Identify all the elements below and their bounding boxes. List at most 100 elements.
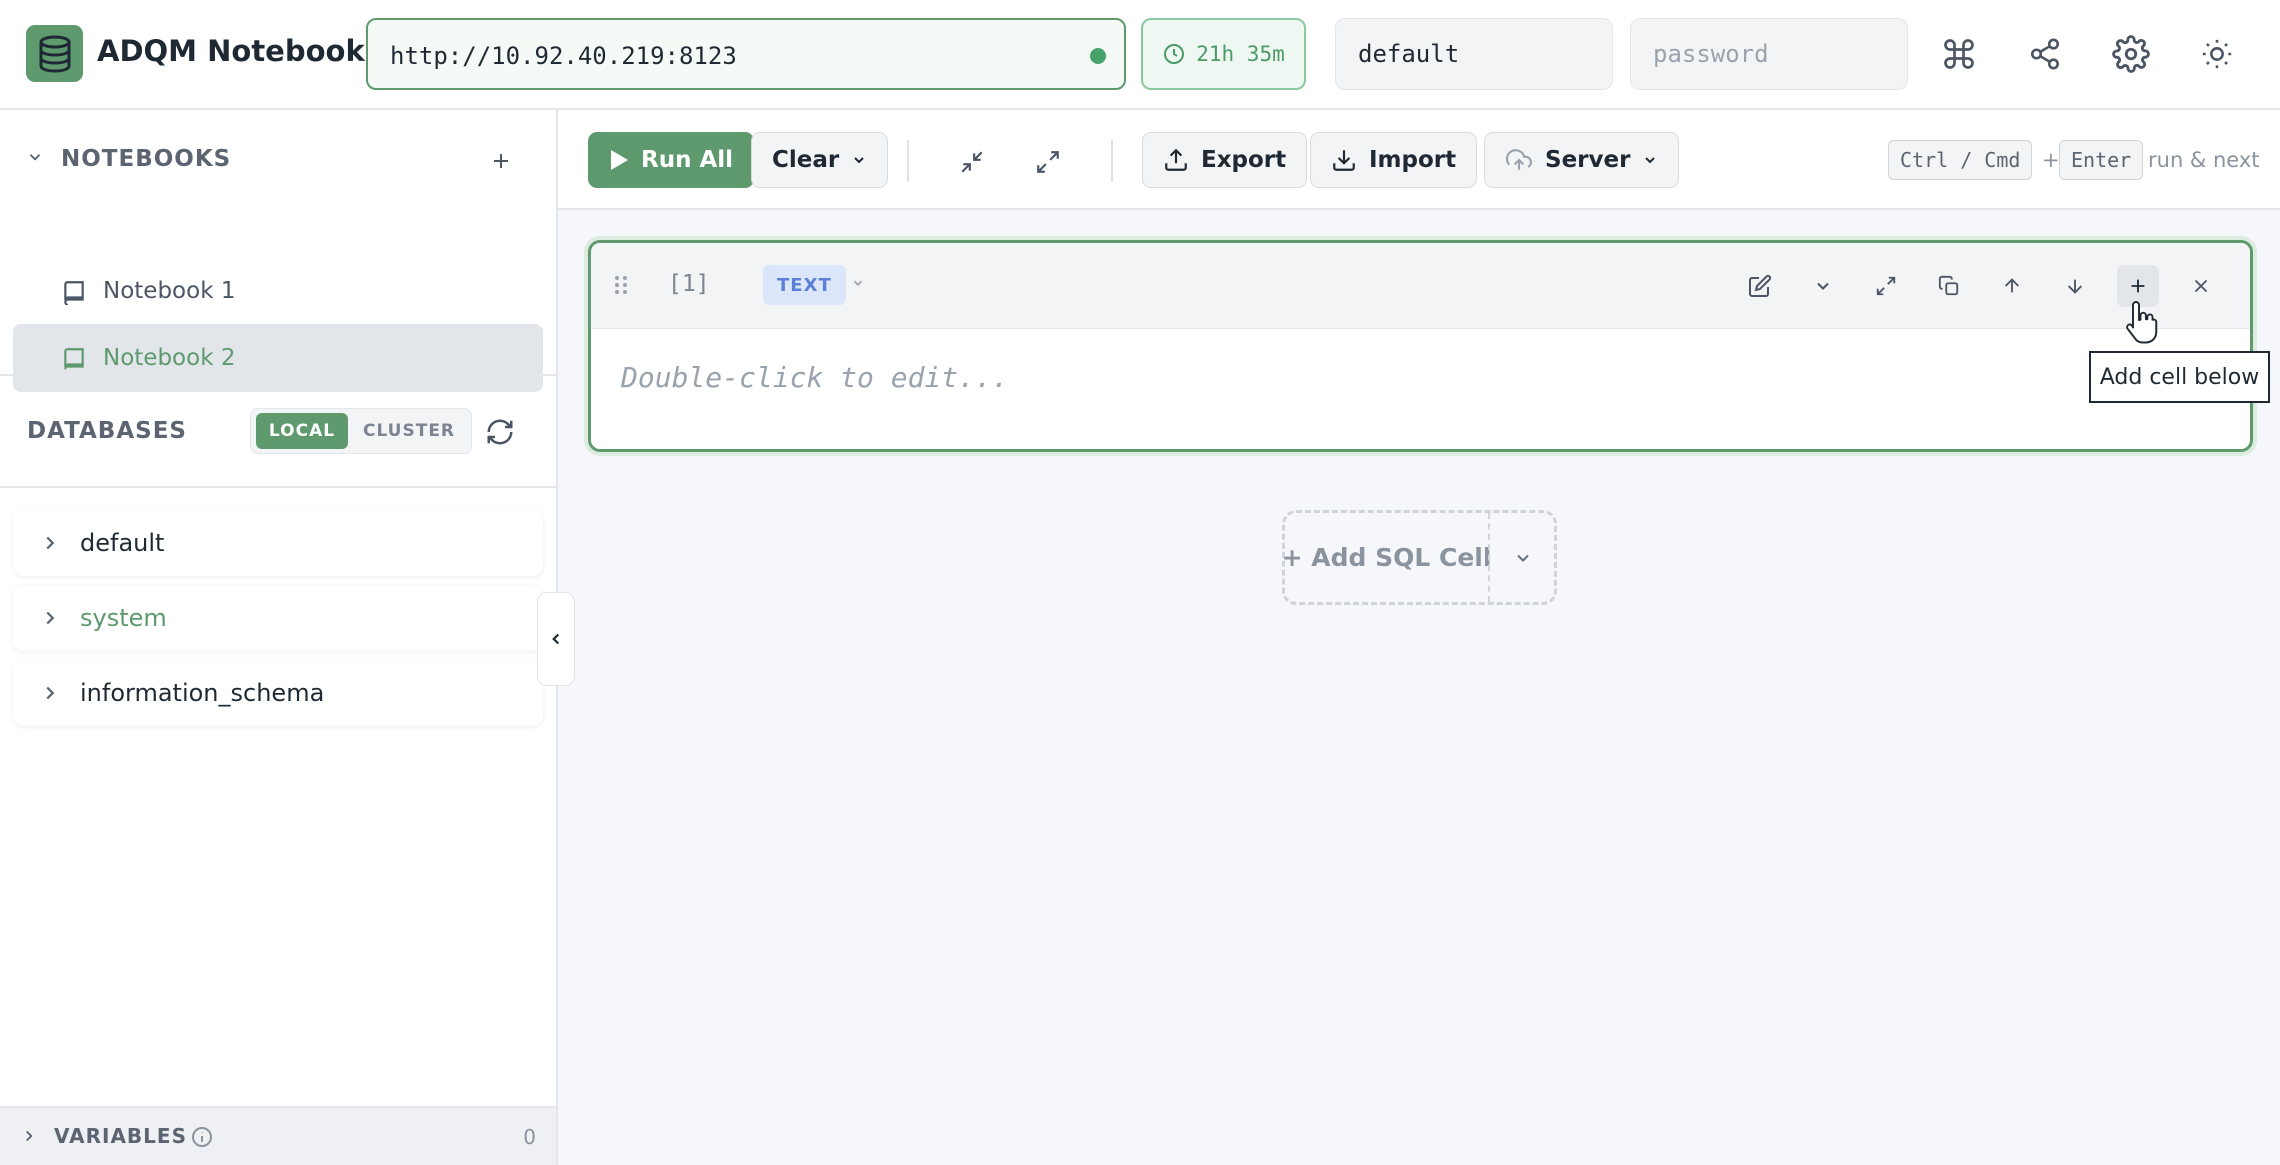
cell-type-badge[interactable]: TEXT (763, 265, 846, 305)
clock-icon (1164, 44, 1185, 64)
cell-editor-placeholder[interactable]: Double-click to edit... (621, 361, 1009, 394)
server-url-input[interactable]: http://10.92.40.219:8123 (366, 18, 1126, 90)
variables-label: VARIABLES (54, 1124, 187, 1148)
shortcut-key-enter: Enter (2059, 140, 2144, 180)
add-cell-tooltip: Add cell below (2089, 351, 2270, 403)
server-label: Server (1545, 147, 1631, 173)
cell-number: [1] (668, 271, 710, 297)
fullscreen-cell-button[interactable] (1865, 265, 1907, 307)
database-item-label: default (80, 529, 165, 557)
shortcut-plus: + (2042, 148, 2060, 172)
notebook-item-label: Notebook 1 (103, 278, 236, 304)
chevron-right-icon (46, 536, 55, 550)
add-cell-split-divider (1488, 513, 1490, 602)
scope-cluster-option[interactable]: CLUSTER (351, 413, 467, 449)
database-item-label: system (80, 604, 167, 632)
duplicate-cell-button[interactable] (1928, 265, 1970, 307)
info-icon (192, 1127, 212, 1147)
move-cell-down-button[interactable] (2054, 265, 2096, 307)
chevron-down-icon[interactable] (851, 276, 865, 290)
edit-cell-button[interactable] (1739, 265, 1781, 307)
app-header: ADQM Notebook http://10.92.40.219:8123 2… (0, 0, 2280, 110)
plus-icon (494, 154, 508, 168)
expand-all-button[interactable] (1028, 142, 1068, 182)
chevron-right-icon (46, 686, 55, 700)
refresh-icon (487, 419, 513, 445)
cell-header: [1] TEXT (591, 243, 2250, 329)
sidebar-divider (0, 486, 556, 488)
clear-button[interactable]: Clear (751, 132, 889, 188)
edit-icon (1749, 274, 1772, 297)
database-scope-toggle: LOCAL CLUSTER (250, 408, 472, 454)
chevron-down-icon (1817, 282, 1829, 290)
upload-icon (1165, 148, 1187, 171)
notebook-item-2[interactable]: Notebook 2 (13, 324, 543, 392)
notebooks-section-toggle[interactable] (26, 148, 46, 168)
chevron-down-icon (854, 157, 864, 164)
theme-sun-icon[interactable] (2193, 30, 2241, 78)
delete-cell-button[interactable] (2180, 265, 2222, 307)
import-button[interactable]: Import (1310, 132, 1478, 188)
plus-icon (2131, 279, 2145, 293)
scope-local-option[interactable]: LOCAL (256, 413, 348, 449)
share-icon[interactable] (2021, 30, 2069, 78)
sidebar-divider (0, 374, 556, 376)
chevron-left-icon (552, 633, 560, 645)
collapse-cell-button[interactable] (1802, 265, 1844, 307)
notebook-toolbar: Run All Clear Export Import Server Ctrl … (558, 110, 2280, 210)
settings-icon[interactable] (2107, 30, 2155, 78)
variables-panel-toggle[interactable]: VARIABLES 0 (0, 1106, 556, 1165)
close-icon (2194, 279, 2208, 293)
collapse-all-button[interactable] (952, 142, 992, 182)
add-cell-type-dropdown[interactable] (1491, 513, 1554, 602)
notebooks-section-label: NOTEBOOKS (61, 146, 232, 172)
username-input[interactable]: default (1335, 18, 1613, 90)
database-item-default[interactable]: default (13, 510, 543, 576)
password-placeholder: password (1653, 40, 1769, 68)
add-sql-cell-button[interactable]: + Add SQL Cell (1282, 513, 1492, 602)
chevron-right-icon (46, 611, 55, 625)
database-item-label: information_schema (80, 679, 325, 707)
drag-handle-icon[interactable] (613, 274, 629, 296)
import-label: Import (1369, 147, 1457, 173)
book-icon (64, 281, 84, 305)
databases-section-label: DATABASES (27, 418, 187, 444)
add-sql-cell-group: + Add SQL Cell (1282, 510, 1557, 605)
notebook-item-1[interactable]: Notebook 1 (13, 257, 543, 325)
move-cell-up-button[interactable] (1991, 265, 2033, 307)
session-timer-value: 21h 35m (1196, 42, 1285, 66)
sidebar: NOTEBOOKS Notebook 1 Notebook 2 DATABASE… (0, 110, 558, 1165)
server-url-value: http://10.92.40.219:8123 (390, 42, 737, 70)
chevron-right-icon (26, 1130, 33, 1142)
database-icon (26, 25, 83, 82)
notebook-cell[interactable]: [1] TEXT Double-click to edit... (588, 240, 2253, 452)
chevron-down-icon (29, 154, 41, 161)
database-item-system[interactable]: system (13, 585, 543, 651)
command-icon[interactable] (1935, 30, 1983, 78)
connection-status-dot (1090, 48, 1106, 64)
maximize-icon (1037, 151, 1059, 173)
chevron-down-icon (1645, 157, 1656, 164)
app-title: ADQM Notebook (97, 34, 365, 68)
copy-icon (1938, 275, 1959, 296)
toolbar-separator (907, 140, 909, 182)
hand-pointer-cursor-icon (2126, 301, 2158, 344)
download-icon (1333, 150, 1355, 171)
refresh-databases-button[interactable] (482, 414, 518, 450)
export-label: Export (1201, 147, 1287, 173)
session-timer-badge: 21h 35m (1141, 18, 1306, 90)
run-all-label: Run All (641, 147, 734, 173)
chevron-down-icon (1516, 554, 1529, 562)
maximize-icon (1876, 276, 1896, 296)
toolbar-separator (1111, 140, 1113, 182)
shortcut-hint: run & next (2148, 148, 2260, 172)
clear-label: Clear (772, 147, 840, 173)
database-item-information-schema[interactable]: information_schema (13, 660, 543, 726)
add-notebook-button[interactable] (484, 144, 518, 178)
export-button[interactable]: Export (1142, 132, 1308, 188)
shortcut-key-modifier: Ctrl / Cmd (1888, 140, 2033, 180)
run-all-button[interactable]: Run All (588, 132, 755, 188)
server-button[interactable]: Server (1484, 132, 1680, 188)
password-input[interactable]: password (1630, 18, 1908, 90)
collapse-sidebar-button[interactable] (537, 592, 575, 686)
